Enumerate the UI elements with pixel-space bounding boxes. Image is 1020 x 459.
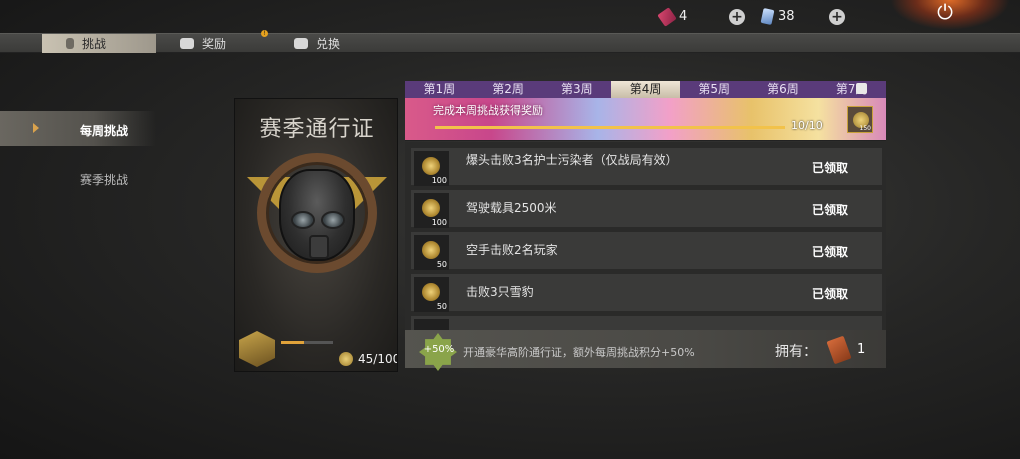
sidebar-active-highlight: [0, 111, 156, 146]
banner-progress-bar: [435, 126, 785, 129]
coin-icon: [422, 283, 440, 301]
task-row[interactable]: 100 驾驶载具2500米 已领取: [411, 190, 882, 228]
task-reward-icon: 50: [414, 277, 449, 312]
coin-icon: [339, 352, 353, 366]
top-bar: 4 + 38 + ⏻: [0, 0, 1020, 33]
task-list: 100 爆头击败3名护士污染者（仅战局有效） 已领取 100 驾驶载具2500米 已领取 5…: [405, 142, 886, 330]
sidebar-arrow-icon: [33, 123, 39, 133]
season-pass-card[interactable]: 赛季通行证 45/100: [234, 98, 398, 372]
sidebar-item-season[interactable]: 赛季挑战: [80, 171, 128, 188]
tab-label: 兑换: [316, 37, 341, 51]
coin-icon: [422, 199, 440, 217]
tab-exchange[interactable]: 兑换: [292, 34, 340, 53]
pass-emblem-icon: [239, 331, 275, 367]
task-row[interactable]: 50 击败3只雪豹 已领取: [411, 274, 882, 312]
task-status: 已领取: [812, 287, 849, 301]
gas-mask-artwork: [279, 169, 355, 261]
task-description: 爆头击败3名护士污染者（仅战局有效）: [466, 153, 678, 167]
banner-reward-box[interactable]: 150: [847, 106, 873, 133]
ticket-counter: 4: [657, 6, 688, 27]
card-icon: [760, 8, 775, 25]
weekly-reward-banner: 完成本周挑战获得奖励 10/10 150: [405, 98, 886, 141]
bonus-percent: +50%: [423, 344, 455, 355]
task-row[interactable]: 50 空手击败2名玩家 已领取: [411, 232, 882, 270]
task-reward-amount: 100: [431, 218, 447, 227]
banner-reward-amount: 150: [859, 125, 871, 132]
ticket-count: 4: [679, 9, 688, 24]
rewards-notification-badge: !: [261, 30, 268, 37]
pass-progress-bar: [281, 341, 333, 344]
sidebar-item-weekly[interactable]: 每周挑战: [80, 122, 128, 139]
add-tickets-button[interactable]: +: [729, 9, 745, 25]
card-counter: 38: [760, 8, 795, 25]
tab-week-3[interactable]: 第3周: [542, 81, 611, 98]
task-reward-icon: 100: [414, 151, 449, 186]
add-cards-button[interactable]: +: [829, 9, 845, 25]
task-status: 已领取: [812, 161, 849, 175]
premium-pass-strip: +50% 开通豪华高阶通行证，额外每周挑战积分+50% 拥有： 1: [405, 330, 886, 371]
task-row[interactable]: [411, 316, 882, 330]
banner-progress-fill: [435, 126, 785, 129]
week-tabs: 第1周 第2周 第3周 第4周 第5周 第6周 第7周: [405, 81, 886, 98]
task-reward-amount: 50: [436, 302, 447, 311]
tab-week-4[interactable]: 第4周: [611, 81, 680, 98]
lock-icon: [856, 83, 867, 94]
challenge-tab-icon: [66, 38, 74, 49]
card-count: 38: [778, 9, 795, 24]
pass-points: 45/100: [358, 352, 398, 366]
task-status: 已领取: [812, 203, 849, 217]
tab-week-5[interactable]: 第5周: [680, 81, 749, 98]
task-reward-icon: [414, 319, 449, 330]
task-row[interactable]: 100 爆头击败3名护士污染者（仅战局有效） 已领取: [411, 148, 882, 186]
task-reward-amount: 100: [431, 176, 447, 185]
mask-goggle-right: [321, 211, 345, 229]
tab-week-6[interactable]: 第6周: [749, 81, 818, 98]
main-tab-bar: 挑战 奖励 兑换: [0, 33, 1020, 53]
tab-week-2[interactable]: 第2周: [474, 81, 543, 98]
ticket-icon: [657, 6, 677, 27]
banner-progress-text: 10/10: [791, 119, 823, 132]
tab-rewards[interactable]: 奖励: [178, 34, 226, 53]
task-description: 空手击败2名玩家: [466, 243, 558, 257]
banner-title: 完成本周挑战获得奖励: [433, 104, 543, 117]
task-reward-icon: 50: [414, 235, 449, 270]
mask-goggle-left: [291, 211, 315, 229]
premium-description: 开通豪华高阶通行证，额外每周挑战积分+50%: [463, 346, 695, 359]
owned-label: 拥有：: [775, 344, 817, 360]
exchange-tab-icon: [294, 38, 308, 49]
ticket-icon: [826, 335, 852, 365]
rewards-tab-icon: [180, 38, 194, 49]
power-icon[interactable]: ⏻: [933, 0, 957, 24]
pass-progress-fill: [281, 341, 305, 344]
owned-count: 1: [857, 342, 866, 357]
mask-filter: [309, 235, 329, 259]
task-reward-amount: 50: [436, 260, 447, 269]
task-description: 击败3只雪豹: [466, 285, 534, 299]
pass-title: 赛季通行证: [259, 117, 375, 142]
task-status: 已领取: [812, 245, 849, 259]
task-reward-icon: 100: [414, 193, 449, 228]
tab-challenge[interactable]: 挑战: [42, 34, 156, 53]
tab-label: 挑战: [82, 37, 107, 51]
tab-label: 奖励: [202, 37, 227, 51]
task-description: 驾驶载具2500米: [466, 201, 557, 215]
coin-icon: [422, 157, 440, 175]
tab-week-1[interactable]: 第1周: [405, 81, 474, 98]
tab-week-7[interactable]: 第7周: [817, 81, 886, 98]
coin-icon: [422, 241, 440, 259]
